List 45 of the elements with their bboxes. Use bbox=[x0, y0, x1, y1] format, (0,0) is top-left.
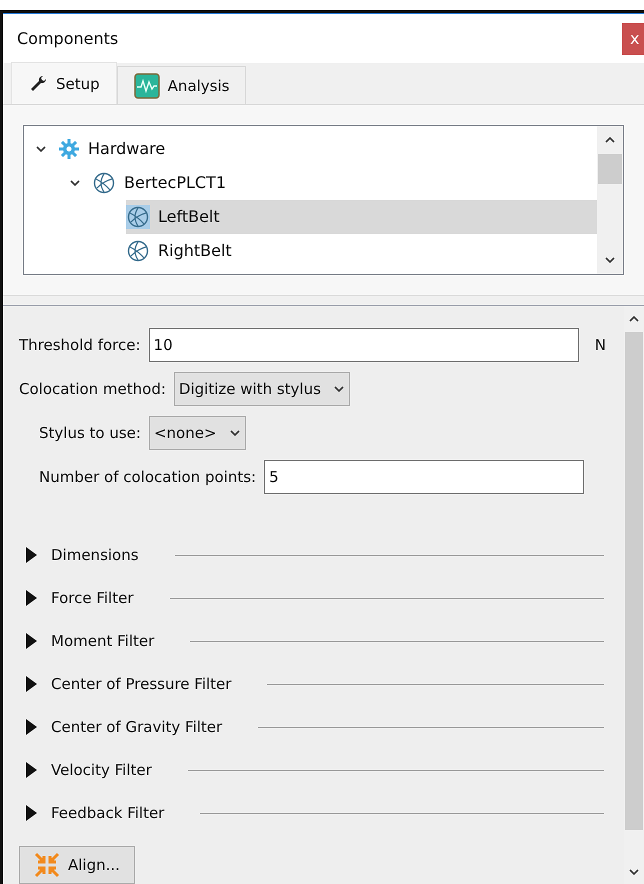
dropdown[interactable]: Digitize with stylus bbox=[174, 372, 350, 406]
scroll-thumb[interactable] bbox=[625, 332, 643, 830]
section-header[interactable]: Feedback Filter bbox=[25, 802, 164, 824]
field-label: Stylus to use: bbox=[39, 422, 141, 444]
window-title: Components bbox=[17, 28, 118, 50]
tree-item-label: Hardware bbox=[88, 138, 166, 160]
tree-item-label: LeftBelt bbox=[158, 206, 220, 228]
tab[interactable]: Setup bbox=[11, 62, 117, 104]
expand-triangle-icon bbox=[25, 804, 39, 822]
expand-triangle-icon bbox=[25, 761, 39, 779]
field-label: Colocation method: bbox=[19, 378, 166, 400]
swirl-icon bbox=[92, 171, 116, 196]
expand-triangle-icon bbox=[25, 546, 39, 564]
tree-item-label: RightBelt bbox=[158, 240, 232, 262]
tree-item[interactable]: LeftBelt bbox=[126, 200, 597, 234]
align-button[interactable]: Align... bbox=[19, 846, 135, 884]
expand-triangle-icon bbox=[25, 632, 39, 650]
swirl-icon bbox=[126, 205, 150, 230]
expand-triangle-icon bbox=[25, 589, 39, 607]
unit-label: N bbox=[594, 334, 606, 356]
dropdown[interactable]: <none> bbox=[148, 416, 246, 450]
tab[interactable]: Analysis bbox=[116, 66, 246, 104]
scroll-thumb[interactable] bbox=[598, 154, 622, 184]
tree-item-label: BertecPLCT1 bbox=[124, 172, 226, 194]
tree-item[interactable]: BertecPLCT1 bbox=[92, 166, 597, 200]
section-header[interactable]: Velocity Filter bbox=[25, 758, 152, 782]
tree-item[interactable]: RightBelt bbox=[126, 234, 597, 268]
waveform-icon bbox=[134, 72, 160, 99]
section-header[interactable]: Center of Pressure Filter bbox=[25, 672, 232, 696]
section-header[interactable]: Force Filter bbox=[25, 586, 134, 610]
scrollbar[interactable] bbox=[597, 126, 623, 274]
text-field[interactable]: 10 bbox=[148, 328, 579, 362]
text-field[interactable]: 5 bbox=[264, 460, 584, 494]
field-label: Number of colocation points: bbox=[39, 466, 256, 488]
arrows-inward-icon bbox=[34, 852, 60, 878]
expand-triangle-icon bbox=[25, 718, 39, 736]
gear-icon bbox=[58, 138, 80, 160]
expand-triangle-icon bbox=[25, 675, 39, 693]
close-button[interactable]: x bbox=[622, 22, 644, 55]
swirl-icon bbox=[126, 239, 150, 264]
tree-item[interactable]: Hardware bbox=[58, 132, 597, 166]
section-header[interactable]: Center of Gravity Filter bbox=[25, 716, 222, 738]
section-header[interactable]: Moment Filter bbox=[25, 630, 154, 652]
field-label: Threshold force: bbox=[19, 334, 141, 356]
section-header[interactable]: Dimensions bbox=[25, 544, 139, 566]
